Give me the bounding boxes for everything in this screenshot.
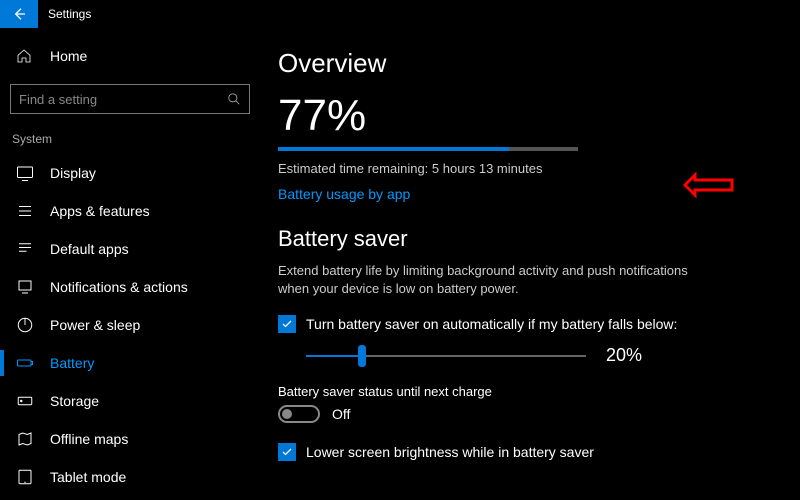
nav-label: Default apps	[50, 241, 129, 257]
battery-percent: 77%	[278, 91, 770, 141]
battery-bar-fill	[278, 147, 509, 151]
home-label: Home	[50, 48, 87, 64]
auto-saver-checkbox[interactable]	[278, 315, 296, 333]
nav-item-battery[interactable]: Battery	[10, 344, 260, 382]
nav-item-offline-maps[interactable]: Offline maps	[10, 420, 260, 458]
search-icon	[227, 92, 241, 106]
nav-label: Notifications & actions	[50, 279, 188, 295]
nav-home[interactable]: Home	[10, 38, 260, 74]
storage-icon	[16, 392, 34, 410]
lower-brightness-checkbox[interactable]	[278, 443, 296, 461]
nav-item-power[interactable]: Power & sleep	[10, 306, 260, 344]
threshold-value: 20%	[606, 345, 642, 366]
defaults-icon	[16, 240, 34, 258]
titlebar: Settings	[0, 0, 800, 28]
nav-label: Storage	[50, 393, 99, 409]
nav-item-apps[interactable]: Apps & features	[10, 192, 260, 230]
nav-item-storage[interactable]: Storage	[10, 382, 260, 420]
nav-item-default-apps[interactable]: Default apps	[10, 230, 260, 268]
nav-label: Apps & features	[50, 203, 150, 219]
nav-item-display[interactable]: Display	[10, 154, 260, 192]
nav-label: Battery	[50, 355, 94, 371]
estimated-time: Estimated time remaining: 5 hours 13 min…	[278, 161, 770, 176]
list-icon	[16, 202, 34, 220]
slider-fill	[306, 355, 362, 357]
nav-label: Power & sleep	[50, 317, 140, 333]
nav-item-notifications[interactable]: Notifications & actions	[10, 268, 260, 306]
home-icon	[16, 48, 32, 64]
window-title: Settings	[48, 7, 91, 21]
threshold-slider[interactable]	[306, 355, 586, 357]
power-icon	[16, 316, 34, 334]
threshold-slider-row: 20%	[306, 345, 770, 366]
lower-brightness-label: Lower screen brightness while in battery…	[306, 444, 594, 460]
maps-icon	[16, 430, 34, 448]
battery-icon	[16, 354, 34, 372]
tablet-icon	[16, 468, 34, 486]
saver-toggle[interactable]	[278, 405, 320, 423]
saver-toggle-row: Off	[278, 405, 770, 423]
check-icon	[281, 446, 293, 458]
back-button[interactable]	[0, 0, 38, 28]
check-icon	[281, 318, 293, 330]
arrow-left-icon	[11, 6, 27, 22]
saver-status-label: Battery saver status until next charge	[278, 384, 770, 399]
nav-label: Offline maps	[50, 431, 128, 447]
nav-label: Tablet mode	[50, 469, 126, 485]
overview-heading: Overview	[278, 48, 770, 79]
auto-saver-label: Turn battery saver on automatically if m…	[306, 316, 677, 332]
search-input[interactable]: Find a setting	[10, 84, 250, 114]
notifications-icon	[16, 278, 34, 296]
battery-saver-heading: Battery saver	[278, 226, 770, 252]
battery-usage-link[interactable]: Battery usage by app	[278, 186, 410, 202]
saver-toggle-state: Off	[332, 406, 350, 422]
toggle-knob	[282, 409, 292, 419]
auto-saver-row: Turn battery saver on automatically if m…	[278, 315, 770, 333]
nav-label: Display	[50, 165, 96, 181]
content-pane: Overview 77% Estimated time remaining: 5…	[260, 28, 800, 500]
nav-item-tablet-mode[interactable]: Tablet mode	[10, 458, 260, 496]
display-icon	[16, 164, 34, 182]
battery-bar	[278, 147, 578, 151]
search-placeholder: Find a setting	[19, 92, 227, 107]
sidebar: Home Find a setting System Display Apps …	[0, 28, 260, 500]
battery-saver-desc: Extend battery life by limiting backgrou…	[278, 262, 698, 297]
lower-brightness-row: Lower screen brightness while in battery…	[278, 443, 770, 461]
slider-thumb[interactable]	[358, 345, 366, 367]
group-label: System	[10, 128, 260, 154]
